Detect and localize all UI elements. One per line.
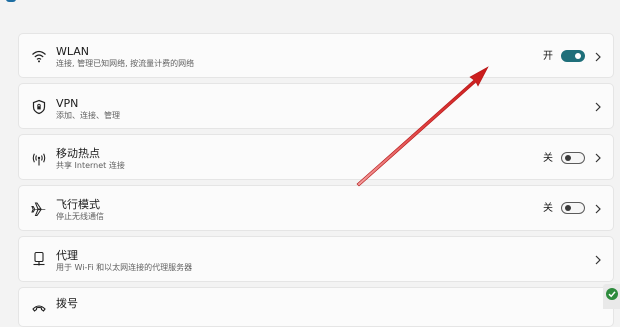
system-tray-badge — [603, 284, 620, 309]
airplane-mode-row[interactable]: 飞行模式 停止无线通信 关 — [18, 185, 614, 231]
toggle-knob — [575, 53, 581, 59]
wlan-toggle[interactable] — [561, 50, 585, 62]
shield-icon — [31, 99, 47, 115]
chevron-right-icon[interactable] — [594, 255, 602, 265]
airplane-state-label: 关 — [543, 203, 553, 214]
hotspot-state-label: 关 — [543, 153, 553, 164]
hotspot-icon — [31, 151, 47, 167]
proxy-row[interactable]: 代理 用于 Wi-Fi 和以太网连接的代理服务器 — [18, 236, 614, 282]
wlan-state-label: 开 — [543, 51, 553, 62]
airplane-toggle[interactable] — [561, 202, 585, 214]
window-top-edge — [6, 0, 16, 2]
toggle-knob — [565, 155, 571, 161]
vpn-title: VPN — [56, 97, 79, 110]
airplane-subtitle: 停止无线通信 — [56, 212, 104, 221]
airplane-icon — [31, 201, 47, 217]
check-icon — [606, 288, 618, 300]
vpn-row[interactable]: VPN 添加、连接、管理 — [18, 83, 614, 129]
proxy-subtitle: 用于 Wi-Fi 和以太网连接的代理服务器 — [56, 263, 193, 272]
airplane-title: 飞行模式 — [56, 198, 100, 211]
wifi-icon — [31, 48, 47, 64]
dialup-row[interactable]: 拨号 — [18, 287, 614, 327]
toggle-knob — [565, 205, 571, 211]
vpn-subtitle: 添加、连接、管理 — [56, 111, 120, 120]
hotspot-title: 移动热点 — [56, 147, 100, 160]
chevron-right-icon[interactable] — [594, 204, 602, 214]
wlan-subtitle: 连接, 管理已知网络, 按流量计费的网络 — [56, 59, 195, 68]
mobile-hotspot-row[interactable]: 移动热点 共享 Internet 连接 关 — [18, 134, 614, 180]
hotspot-subtitle: 共享 Internet 连接 — [56, 161, 125, 170]
hotspot-toggle[interactable] — [561, 152, 585, 164]
proxy-icon — [31, 251, 47, 267]
wlan-row[interactable]: WLAN 连接, 管理已知网络, 按流量计费的网络 开 — [18, 33, 614, 78]
dialup-title: 拨号 — [56, 297, 78, 310]
chevron-right-icon[interactable] — [594, 102, 602, 112]
chevron-right-icon[interactable] — [594, 52, 602, 62]
chevron-right-icon[interactable] — [594, 153, 602, 163]
dialup-icon — [31, 300, 47, 316]
proxy-title: 代理 — [56, 249, 78, 262]
wlan-title: WLAN — [56, 45, 90, 58]
